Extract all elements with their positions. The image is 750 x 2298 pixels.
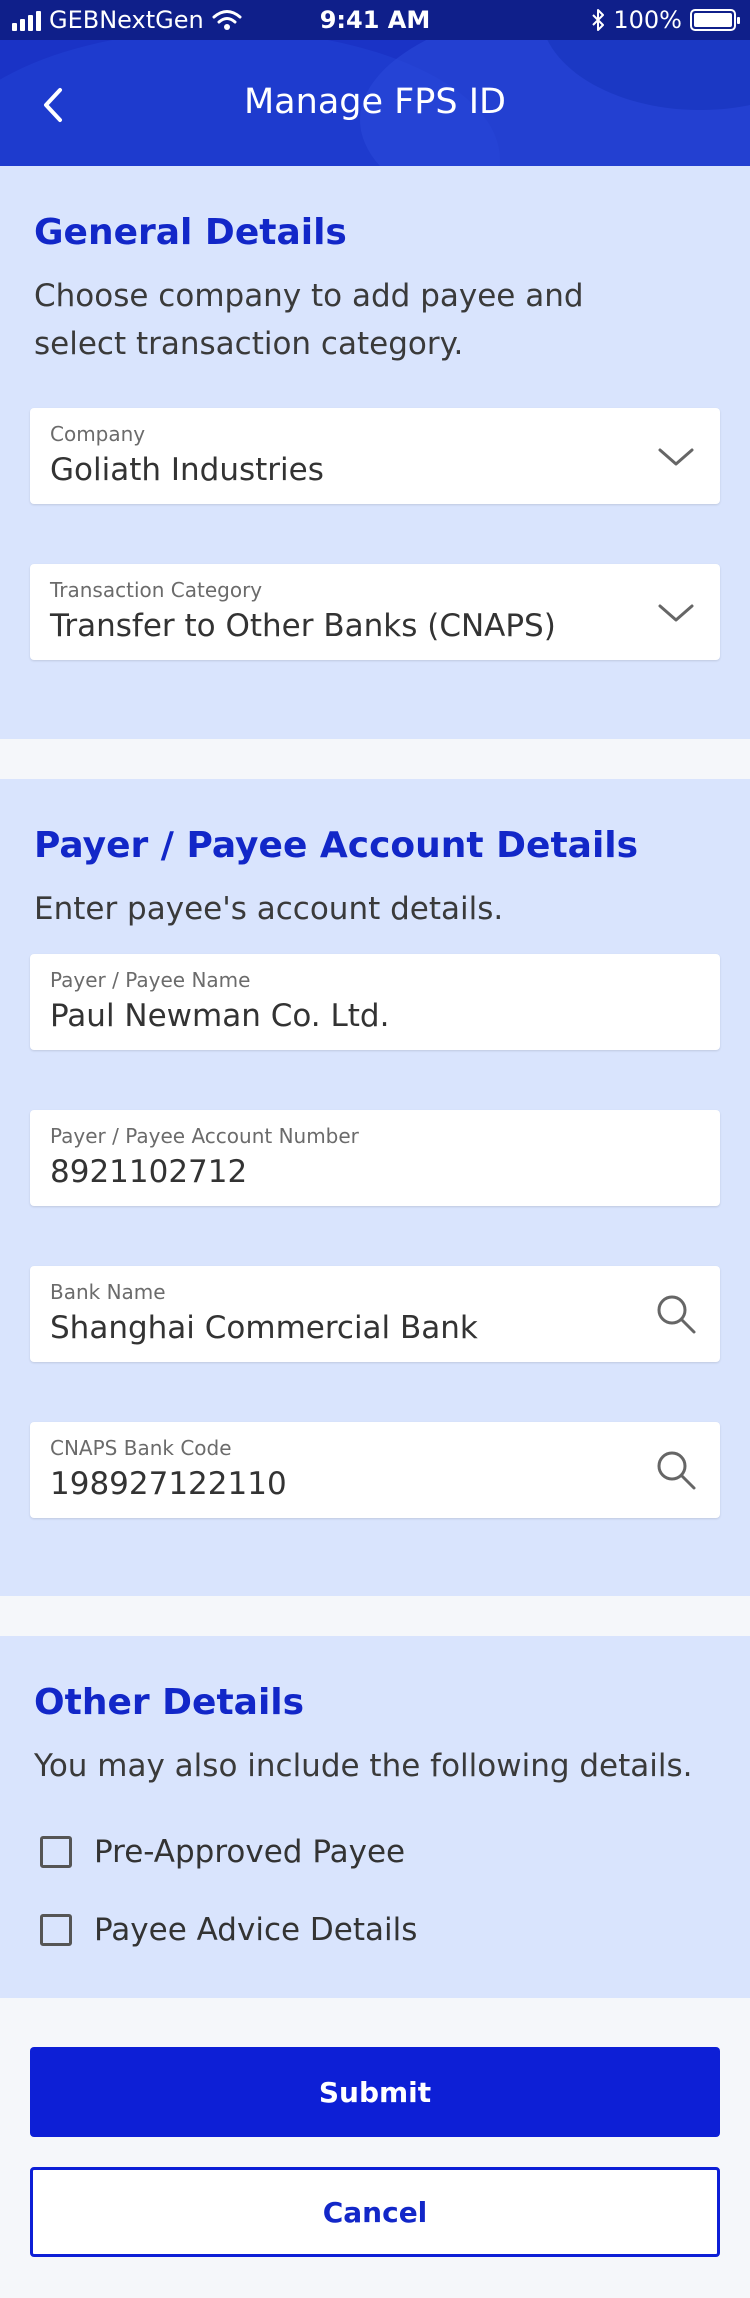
search-icon[interactable]	[654, 1292, 698, 1336]
section-description: Choose company to add payee and select t…	[34, 278, 584, 362]
checkbox-label: Pre-Approved Payee	[94, 1834, 406, 1870]
general-details-section: General Details Choose company to add pa…	[0, 166, 750, 739]
payee-details-section: Payer / Payee Account Details Enter paye…	[0, 779, 750, 1596]
battery-icon	[690, 9, 740, 31]
bluetooth-icon	[592, 9, 605, 31]
transaction-category-select[interactable]: Transaction Category Transfer to Other B…	[30, 564, 720, 660]
status-right: 100%	[591, 6, 740, 34]
chevron-down-icon	[658, 604, 694, 622]
bank-name-field[interactable]: Bank Name Shanghai Commercial Bank	[30, 1266, 720, 1362]
payee-account-number-field[interactable]: Payer / Payee Account Number 8921102712	[30, 1110, 720, 1206]
payee-name-field[interactable]: Payer / Payee Name Paul Newman Co. Ltd.	[30, 954, 720, 1050]
page-title: Manage FPS ID	[243, 82, 506, 122]
section-title: Payer / Payee Account Details	[34, 825, 639, 866]
field-label: Company	[50, 422, 146, 446]
field-label: Bank Name	[50, 1280, 166, 1304]
status-bar: GEBNextGen 9:41 AM 100%	[0, 0, 750, 40]
field-label: Transaction Category	[50, 578, 263, 602]
section-description: You may also include the following detai…	[34, 1748, 693, 1784]
field-value: 198927122110	[50, 1466, 287, 1502]
checkbox-label: Payee Advice Details	[94, 1912, 418, 1948]
cnaps-bank-code-field[interactable]: CNAPS Bank Code 198927122110	[30, 1422, 720, 1518]
pre-approved-payee-checkbox[interactable]	[40, 1836, 72, 1868]
field-label: Payer / Payee Account Number	[50, 1124, 359, 1148]
field-value: Goliath Industries	[50, 452, 324, 488]
other-details-section: Other Details You may also include the f…	[0, 1636, 750, 1998]
chevron-down-icon	[658, 448, 694, 466]
field-value: 8921102712	[50, 1154, 248, 1190]
company-select[interactable]: Company Goliath Industries	[30, 408, 720, 504]
field-label: CNAPS Bank Code	[50, 1436, 232, 1460]
pre-approved-payee-option[interactable]: Pre-Approved Payee	[40, 1834, 405, 1870]
search-icon[interactable]	[654, 1448, 698, 1492]
submit-button[interactable]: Submit	[30, 2047, 720, 2137]
field-value: Shanghai Commercial Bank	[50, 1310, 478, 1346]
payee-advice-details-checkbox[interactable]	[40, 1914, 72, 1946]
battery-percent: 100%	[613, 6, 682, 34]
section-description: Enter payee's account details.	[34, 891, 504, 927]
cancel-button[interactable]: Cancel	[30, 2167, 720, 2257]
field-label: Payer / Payee Name	[50, 968, 251, 992]
section-title: General Details	[34, 212, 347, 253]
section-title: Other Details	[34, 1682, 305, 1723]
field-value: Transfer to Other Banks (CNAPS)	[50, 608, 556, 644]
payee-advice-details-option[interactable]: Payee Advice Details	[40, 1912, 417, 1948]
field-value: Paul Newman Co. Ltd.	[50, 998, 390, 1034]
